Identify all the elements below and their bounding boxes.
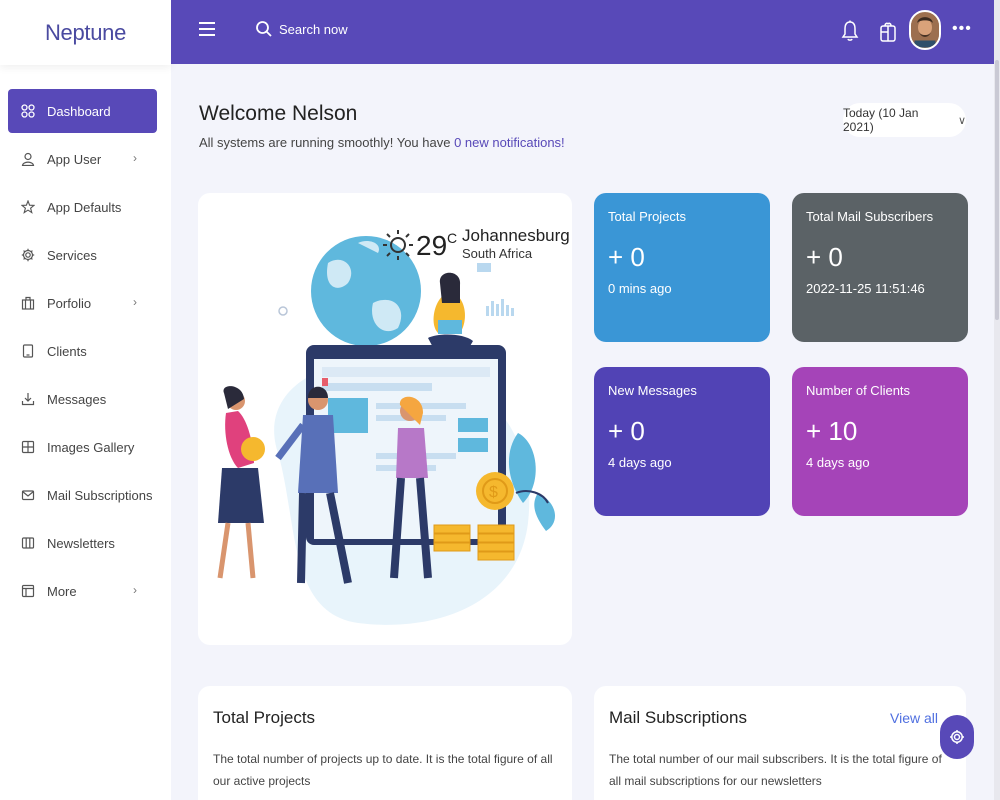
- sidebar-item-dashboard[interactable]: Dashboard: [8, 89, 157, 133]
- stat-label: New Messages: [608, 383, 697, 398]
- sidebar-item-app-defaults[interactable]: App Defaults: [8, 185, 157, 229]
- view-all-link[interactable]: View all: [890, 710, 938, 726]
- chevron-right-icon: ›: [133, 295, 137, 309]
- sidebar-item-clients[interactable]: Clients: [8, 329, 157, 373]
- stat-card-new-messages[interactable]: New Messages + 0 4 days ago: [594, 367, 770, 516]
- stat-time: 4 days ago: [608, 455, 672, 470]
- info-card-total-projects: Total Projects The total number of proje…: [198, 686, 572, 800]
- svg-text:$: $: [489, 484, 498, 501]
- sidebar-item-more[interactable]: More ›: [8, 569, 157, 613]
- apps-icon[interactable]: [879, 21, 897, 43]
- search-icon: [256, 21, 272, 37]
- sidebar-item-label: Dashboard: [47, 103, 111, 119]
- stat-value: + 0: [608, 242, 645, 272]
- sidebar-item-label: App Defaults: [47, 199, 122, 215]
- briefcase-icon: [19, 294, 37, 312]
- sidebar-item-mail-subscriptions[interactable]: Mail Subscriptions: [8, 473, 157, 517]
- star-icon: [19, 198, 37, 216]
- chevron-right-icon: ›: [133, 151, 137, 165]
- user-icon: [19, 150, 37, 168]
- stat-value: + 0: [608, 416, 645, 446]
- mail-icon: [19, 486, 37, 504]
- sidebar-item-label: Clients: [47, 343, 87, 359]
- sidebar-item-portfolio[interactable]: Porfolio ›: [8, 281, 157, 325]
- weather-city: Johannesburg: [462, 226, 570, 245]
- grid-icon: [19, 102, 37, 120]
- date-selector[interactable]: Today (10 Jan 2021) ∨: [843, 103, 966, 137]
- app-logo[interactable]: Neptune: [45, 20, 126, 46]
- stat-time: 4 days ago: [806, 455, 870, 470]
- grid-square-icon: [19, 438, 37, 456]
- sidebar-item-label: Newsletters: [47, 535, 115, 551]
- bell-icon[interactable]: [841, 20, 859, 42]
- hamburger-menu-icon[interactable]: [199, 22, 215, 38]
- sidebar-item-label: Services: [47, 247, 97, 263]
- stat-card-number-of-clients[interactable]: Number of Clients + 10 4 days ago: [792, 367, 968, 516]
- sidebar-item-label: Mail Subscriptions: [47, 487, 153, 503]
- welcome-subtitle: All systems are running smoothly! You ha…: [199, 135, 565, 150]
- weather-temperature: 29: [416, 230, 447, 261]
- stat-label: Total Projects: [608, 209, 687, 224]
- stat-value: + 10: [806, 416, 858, 446]
- stat-card-total-mail-subscribers[interactable]: Total Mail Subscribers + 0 2022-11-25 11…: [792, 193, 968, 342]
- stat-label: Total Mail Subscribers: [806, 209, 934, 224]
- chevron-down-icon: ∨: [957, 114, 966, 127]
- sidebar: Neptune Dashboard App User › App Default…: [0, 0, 171, 800]
- stat-time: 0 mins ago: [608, 281, 672, 296]
- stat-value: + 0: [806, 242, 843, 272]
- sidebar-item-app-user[interactable]: App User ›: [8, 137, 157, 181]
- gear-icon: [950, 730, 964, 744]
- more-options-icon[interactable]: •••: [952, 20, 972, 38]
- gear-icon: [19, 246, 37, 264]
- chevron-right-icon: ›: [133, 583, 137, 597]
- sidebar-item-label: App User: [47, 151, 102, 167]
- sidebar-item-services[interactable]: Services: [8, 233, 157, 277]
- sidebar-item-images-gallery[interactable]: Images Gallery: [8, 425, 157, 469]
- info-card-mail-subscriptions: Mail Subscriptions View all The total nu…: [594, 686, 966, 800]
- sidebar-nav: Dashboard App User › App Defaults Servic…: [0, 65, 171, 613]
- user-photo: [911, 12, 939, 48]
- stat-card-total-projects[interactable]: Total Projects + 0 0 mins ago: [594, 193, 770, 342]
- download-icon: [19, 390, 37, 408]
- weather-country: South Africa: [462, 246, 533, 261]
- sidebar-item-label: Messages: [47, 391, 107, 407]
- sidebar-item-label: Images Gallery: [47, 439, 135, 455]
- tablet-icon: [19, 342, 37, 360]
- search-placeholder: Search now: [279, 21, 348, 37]
- settings-fab[interactable]: [940, 715, 974, 759]
- sidebar-item-messages[interactable]: Messages: [8, 377, 157, 421]
- search-input[interactable]: Search now: [255, 20, 348, 38]
- scrollbar-thumb[interactable]: [995, 60, 999, 320]
- columns-icon: [19, 534, 37, 552]
- page-title: Welcome Nelson: [199, 102, 358, 125]
- sidebar-item-newsletters[interactable]: Newsletters: [8, 521, 157, 565]
- info-card-text: The total number of our mail subscribers…: [609, 752, 942, 788]
- sidebar-item-label: More: [47, 583, 77, 599]
- layout-icon: [19, 582, 37, 600]
- welcome-illustration-card: 29 C Johannesburg South Africa $: [198, 193, 572, 645]
- stat-label: Number of Clients: [806, 383, 911, 398]
- weather-unit: C: [447, 230, 457, 246]
- date-selector-label: Today (10 Jan 2021): [843, 106, 919, 134]
- workspace-illustration: 29 C Johannesburg South Africa $: [217, 226, 570, 625]
- logo-container: Neptune: [0, 0, 171, 65]
- welcome-subtitle-text: All systems are running smoothly! You ha…: [199, 135, 455, 150]
- stat-time: 2022-11-25 11:51:46: [806, 281, 925, 296]
- notifications-link[interactable]: 0 new notifications!: [454, 135, 565, 150]
- avatar[interactable]: [909, 10, 941, 50]
- top-bar: Search now •••: [171, 0, 994, 64]
- info-card-title: Total Projects: [213, 708, 316, 727]
- info-card-text: The total number of projects up to date.…: [213, 752, 553, 788]
- sidebar-item-label: Porfolio: [47, 295, 92, 311]
